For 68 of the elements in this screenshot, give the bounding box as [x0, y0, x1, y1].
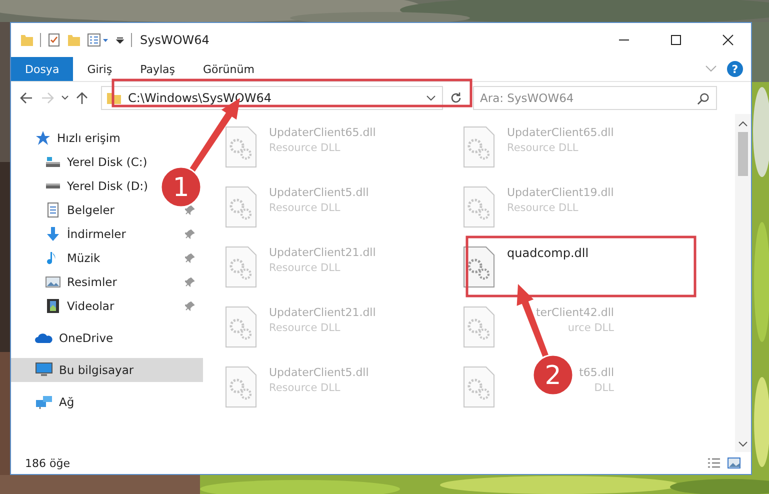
file-type: urce DLL: [568, 322, 614, 334]
file-type: Resource DLL: [507, 142, 580, 154]
download-arrow-icon: [45, 226, 61, 242]
file-type: Resource DLL: [269, 262, 342, 274]
checklist-icon[interactable]: [47, 33, 61, 47]
pin-icon[interactable]: [185, 277, 195, 287]
gear-file-icon[interactable]: [463, 246, 495, 288]
network-icon: [35, 394, 53, 410]
maximize-icon: [670, 34, 682, 46]
folder-icon[interactable]: [20, 33, 34, 47]
file-type: Resource DLL: [269, 322, 342, 334]
pin-icon[interactable]: [185, 253, 195, 263]
address-field[interactable]: C:\Windows\SysWOW64: [101, 86, 443, 110]
step-number: 2: [544, 361, 562, 391]
scroll-down-icon[interactable]: [738, 440, 748, 448]
pin-icon[interactable]: [185, 301, 195, 311]
file-type: Resource DLL: [269, 142, 342, 154]
ribbon-tab[interactable]: Görünüm: [189, 57, 268, 81]
window-title: SysWOW64: [140, 33, 210, 47]
large-icons-view-icon[interactable]: [727, 457, 741, 469]
sidebar-item[interactable]: Resimler: [11, 270, 203, 294]
up-arrow-icon[interactable]: [75, 91, 89, 105]
sidebar-item[interactable]: Yerel Disk (D:): [11, 174, 156, 198]
search-field[interactable]: Ara: SysWOW64: [473, 86, 717, 110]
file-type: DLL: [594, 382, 614, 394]
file-type: Resource DLL: [507, 202, 580, 214]
sidebar-item[interactable]: İndirmeler: [11, 222, 203, 246]
customize-caret-icon[interactable]: [115, 35, 125, 45]
file-name[interactable]: quadcomp.dll: [507, 246, 589, 260]
dropdown-caret-icon[interactable]: [426, 95, 436, 101]
drive-icon: [45, 156, 61, 168]
cloud-icon: [35, 332, 53, 344]
drive-icon: [45, 183, 61, 189]
folder-icon[interactable]: [67, 33, 81, 47]
pin-icon[interactable]: [185, 229, 195, 239]
image-icon: [45, 274, 61, 290]
back-arrow-icon[interactable]: [19, 91, 33, 105]
chevron-icon[interactable]: [705, 65, 717, 73]
film-icon: [45, 298, 61, 314]
pin-icon[interactable]: [185, 205, 195, 215]
scroll-up-icon[interactable]: [738, 120, 748, 128]
ribbon-tab[interactable]: Paylaş: [126, 57, 189, 81]
star-icon: [35, 130, 51, 146]
ribbon-tab[interactable]: Giriş: [73, 57, 126, 81]
document-icon: [45, 202, 61, 218]
sidebar-item[interactable]: OneDrive: [11, 326, 122, 350]
help-button[interactable]: ?: [727, 61, 743, 77]
sidebar-item[interactable]: Bu bilgisayar: [11, 358, 203, 382]
forward-arrow-icon[interactable]: [41, 91, 55, 105]
monitor-icon: [35, 362, 53, 378]
step-badge: [160, 166, 202, 208]
file-type: Resource DLL: [269, 382, 342, 394]
sidebar-item[interactable]: Müzik: [11, 246, 203, 270]
scrollbar-thumb[interactable]: [738, 132, 748, 176]
properties-icon[interactable]: [87, 33, 109, 47]
ribbon-tab[interactable]: Dosya: [11, 57, 74, 81]
close-icon: [722, 34, 734, 46]
folder-icon: [106, 91, 122, 105]
details-view-icon[interactable]: [707, 457, 721, 469]
sidebar-item[interactable]: Videolar: [11, 294, 203, 318]
sidebar-item[interactable]: Hızlı erişim: [11, 126, 128, 150]
file-type: Resource DLL: [269, 202, 342, 214]
sidebar-item[interactable]: Yerel Disk (C:): [11, 150, 156, 174]
recent-caret-icon[interactable]: [61, 95, 69, 101]
sidebar-item[interactable]: Ağ: [11, 390, 82, 414]
item-count: 186 öğe: [25, 456, 70, 470]
step-badge: [532, 354, 574, 396]
refresh-icon[interactable]: [449, 91, 463, 105]
